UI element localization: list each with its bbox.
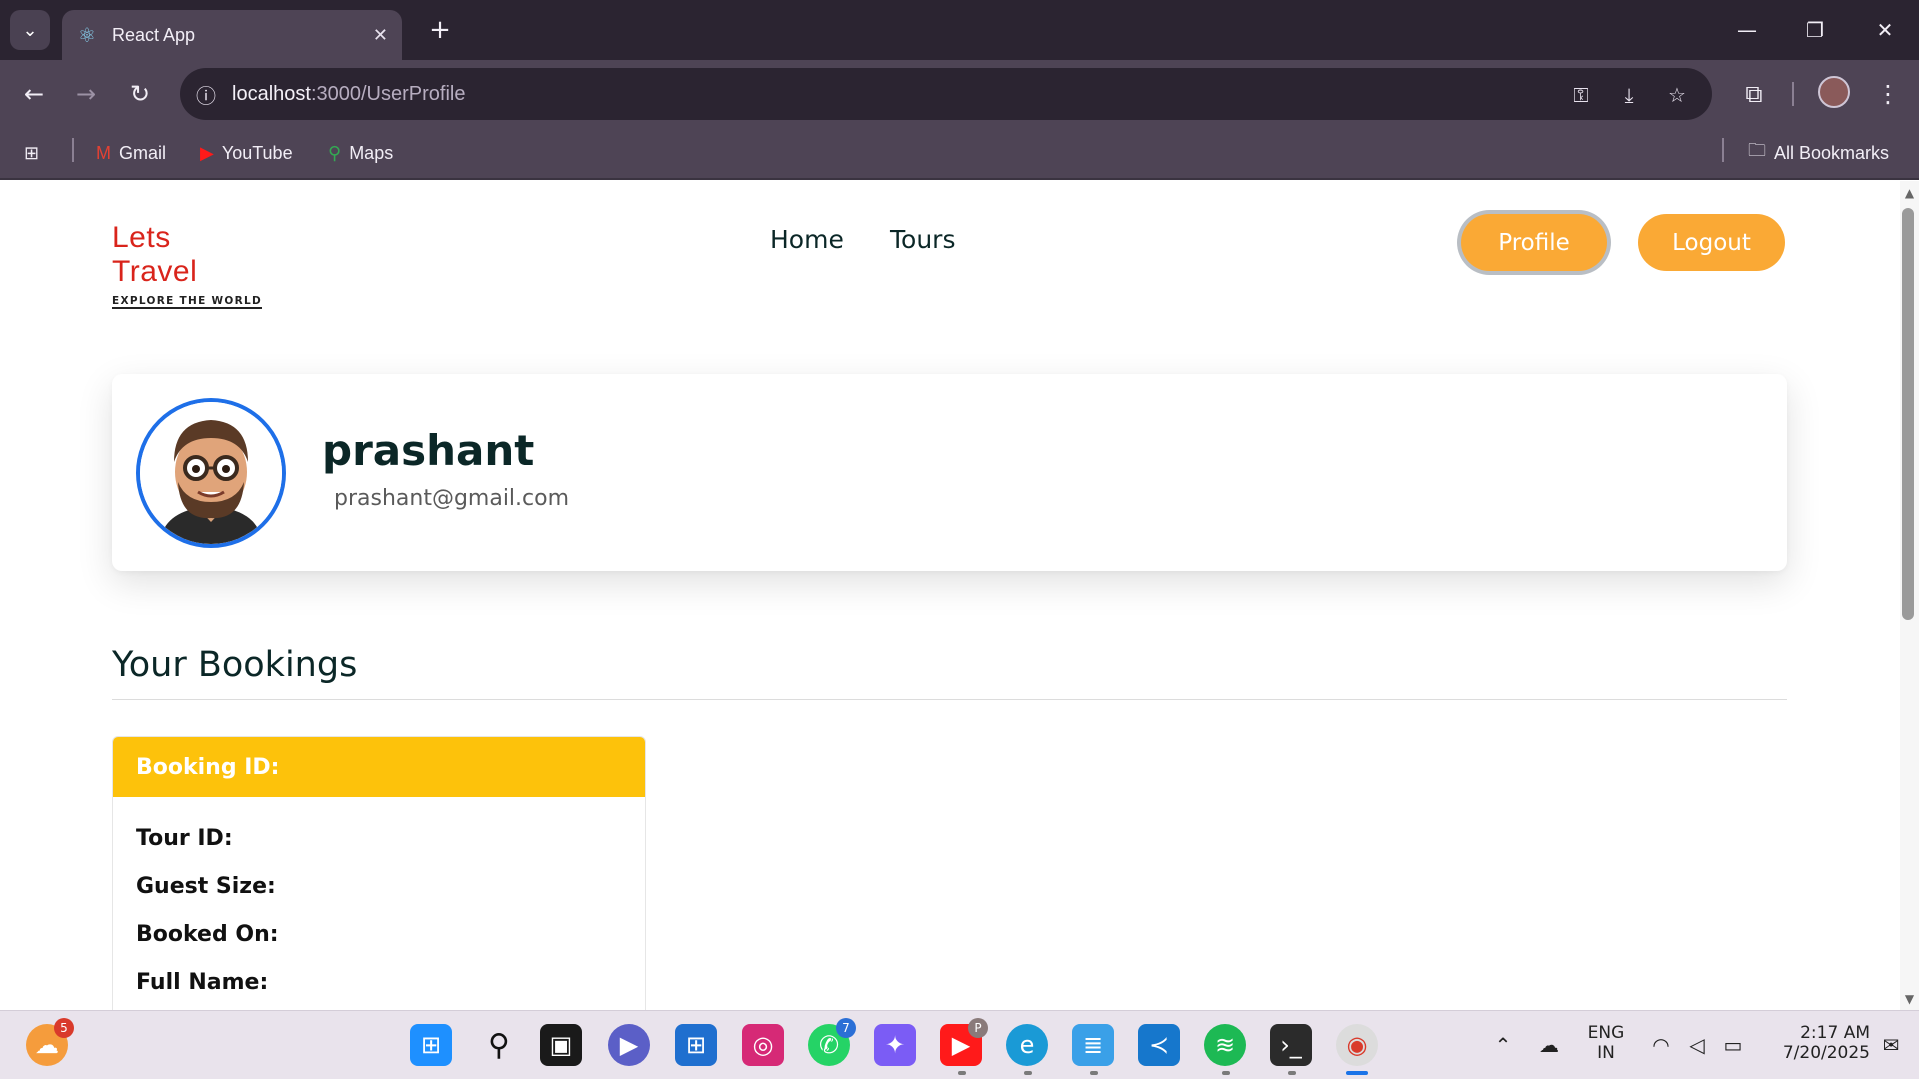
tab-search-button[interactable]: ⌄ <box>10 10 50 50</box>
site-info-icon[interactable]: ⓘ <box>180 80 232 109</box>
windows-taskbar: ☁ 5 ⊞ ⚲ ▣ ▶ ⊞ ◎ ✆ 7 ✦ ▶ P e ≣ ≺ ≋ ›_ ◉ ⌃ ☁ … <box>0 1010 1919 1079</box>
vscode-icon[interactable]: ≺ <box>1138 1024 1180 1066</box>
booking-booked-on: Booked On: <box>136 922 279 947</box>
chevron-down-icon: ⌄ <box>22 19 38 41</box>
whatsapp-badge: 7 <box>836 1018 856 1038</box>
minimize-button[interactable]: — <box>1722 8 1772 52</box>
battery-icon[interactable]: ▭ <box>1712 1024 1754 1066</box>
youtube-icon: ▶ <box>200 142 214 163</box>
apps-grid-icon[interactable]: ⊞ <box>24 138 39 168</box>
logo-tagline: EXPLORE THE WORLD <box>112 295 262 309</box>
restore-button[interactable]: ❐ <box>1790 8 1840 52</box>
running-indicator <box>1090 1071 1098 1075</box>
toolbar-divider <box>1792 82 1794 106</box>
nav-home[interactable]: Home <box>770 225 844 254</box>
site-logo[interactable]: Lets Travel EXPLORE THE WORLD <box>112 221 262 309</box>
task-view-icon[interactable]: ▣ <box>540 1024 582 1066</box>
scroll-down-icon[interactable]: ▼ <box>1900 992 1919 1006</box>
language-indicator[interactable]: ENG IN <box>1580 1023 1632 1063</box>
youtube-app-icon[interactable]: ▶ P <box>940 1018 988 1066</box>
reload-button[interactable]: ↻ <box>120 74 160 114</box>
whatsapp-icon[interactable]: ✆ 7 <box>808 1018 856 1066</box>
scroll-up-icon[interactable]: ▲ <box>1900 186 1919 200</box>
profile-card: prashant prashant@gmail.com <box>112 374 1787 571</box>
running-indicator <box>1222 1071 1230 1075</box>
close-window-button[interactable]: ✕ <box>1860 8 1910 52</box>
store-icon[interactable]: ⊞ <box>675 1024 717 1066</box>
running-indicator <box>1024 1071 1032 1075</box>
react-icon: ⚛ <box>78 23 96 47</box>
instagram-icon[interactable]: ◎ <box>742 1024 784 1066</box>
folder-icon: 🗀 <box>1748 140 1766 160</box>
booking-guest-size: Guest Size: <box>136 874 276 899</box>
bookmark-star-icon[interactable]: ☆ <box>1662 80 1692 110</box>
password-key-icon[interactable]: ⚿ <box>1566 80 1596 110</box>
bookmark-gmail[interactable]: M Gmail <box>96 138 166 168</box>
start-icon[interactable]: ⊞ <box>410 1024 452 1066</box>
nav-tours[interactable]: Tours <box>890 225 955 254</box>
chevron-up-icon[interactable]: ⌃ <box>1482 1024 1524 1066</box>
profile-button[interactable]: Profile <box>1461 214 1607 271</box>
onedrive-icon[interactable]: ☁ <box>1528 1024 1570 1066</box>
youtube-badge: P <box>968 1018 988 1038</box>
forward-button[interactable]: → <box>66 74 106 114</box>
search-icon[interactable]: ⚲ <box>478 1024 520 1066</box>
bookmark-separator <box>1722 138 1724 162</box>
url-text: localhost:3000/UserProfile <box>232 82 466 105</box>
notification-icon[interactable]: ✉ <box>1870 1024 1912 1066</box>
booking-tour-id: Tour ID: <box>136 826 233 851</box>
profile-email: prashant@gmail.com <box>334 486 570 511</box>
logo-text: Lets Travel <box>112 221 198 288</box>
bookmark-separator <box>72 138 74 162</box>
running-indicator <box>1288 1071 1296 1075</box>
all-bookmarks[interactable]: 🗀 All Bookmarks <box>1748 138 1889 168</box>
browser-tab-strip: ⌄ ⚛ React App ✕ + — ❐ ✕ <box>0 0 1919 60</box>
booking-card: Booking ID: Tour ID: Guest Size: Booked … <box>112 736 646 1010</box>
new-tab-button[interactable]: + <box>424 14 456 46</box>
maps-icon: ⚲ <box>328 142 342 163</box>
notepad-icon[interactable]: ≣ <box>1072 1024 1114 1066</box>
cartoon-avatar-icon <box>140 402 282 544</box>
address-bar[interactable]: ⓘ localhost:3000/UserProfile ⚿ ⤓ ☆ <box>180 68 1712 120</box>
extensions-icon[interactable]: ⧉ <box>1734 74 1774 114</box>
spotify-icon[interactable]: ≋ <box>1204 1024 1246 1066</box>
logout-button[interactable]: Logout <box>1638 214 1785 271</box>
install-app-icon[interactable]: ⤓ <box>1614 80 1644 110</box>
chrome-icon[interactable]: ◉ <box>1336 1024 1378 1066</box>
profile-name: prashant <box>322 426 535 475</box>
browser-toolbar: ← → ↻ ⓘ localhost:3000/UserProfile ⚿ ⤓ ☆… <box>0 60 1919 128</box>
section-divider <box>112 699 1787 700</box>
copilot-icon[interactable]: ✦ <box>874 1024 916 1066</box>
booking-full-name: Full Name: <box>136 970 269 995</box>
back-button[interactable]: ← <box>14 74 54 114</box>
web-content: Lets Travel EXPLORE THE WORLD Home Tours… <box>0 181 1900 1010</box>
clock[interactable]: 2:17 AM 7/20/2025 <box>1760 1023 1870 1063</box>
avatar <box>136 398 286 548</box>
active-indicator <box>1346 1071 1368 1075</box>
browser-tab[interactable]: ⚛ React App ✕ <box>62 10 402 60</box>
close-tab-icon[interactable]: ✕ <box>373 25 388 46</box>
bookmark-maps[interactable]: ⚲ Maps <box>328 138 393 168</box>
gmail-icon: M <box>96 142 111 163</box>
more-menu-icon[interactable]: ⋮ <box>1868 74 1908 114</box>
weather-icon[interactable]: ☁ 5 <box>26 1018 74 1066</box>
booking-id-header: Booking ID: <box>113 737 645 797</box>
bookmarks-bar: ⊞ M Gmail ▶ YouTube ⚲ Maps 🗀 All Bookmarks <box>0 128 1919 180</box>
weather-badge: 5 <box>54 1018 74 1038</box>
bookings-heading: Your Bookings <box>112 645 358 685</box>
scroll-thumb[interactable] <box>1902 208 1914 620</box>
running-indicator <box>958 1071 966 1075</box>
terminal-icon[interactable]: ›_ <box>1270 1024 1312 1066</box>
bookmark-youtube[interactable]: ▶ YouTube <box>200 138 293 168</box>
tab-title: React App <box>112 24 196 45</box>
profile-avatar-icon[interactable] <box>1818 76 1850 108</box>
edge-icon[interactable]: e <box>1006 1024 1048 1066</box>
teams-chat-icon[interactable]: ▶ <box>608 1024 650 1066</box>
